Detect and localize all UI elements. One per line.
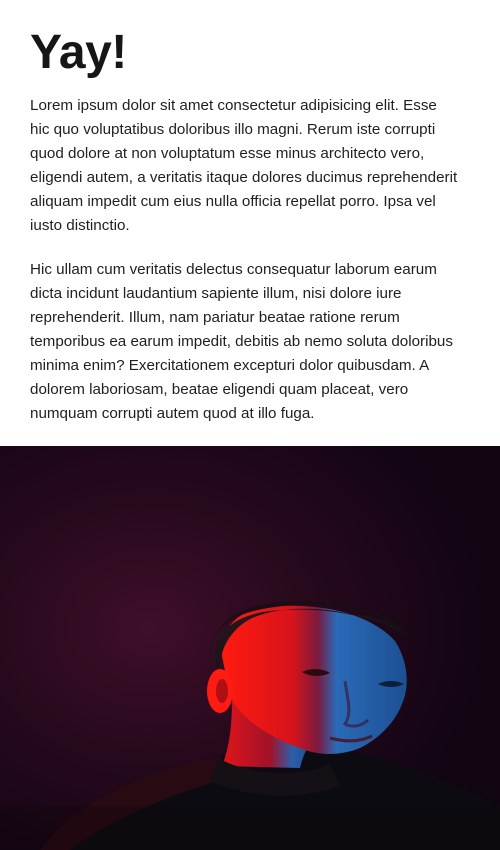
portrait-illustration [0,446,500,850]
paragraph-1: Lorem ipsum dolor sit amet consectetur a… [30,97,458,234]
page-title: Yay! [30,26,127,79]
paragraph-2: Hic ullam cum veritatis delectus consequ… [30,261,453,422]
portrait-photo [0,446,500,850]
article: Yay! Lorem ipsum dolor sit amet consecte… [30,0,460,423]
